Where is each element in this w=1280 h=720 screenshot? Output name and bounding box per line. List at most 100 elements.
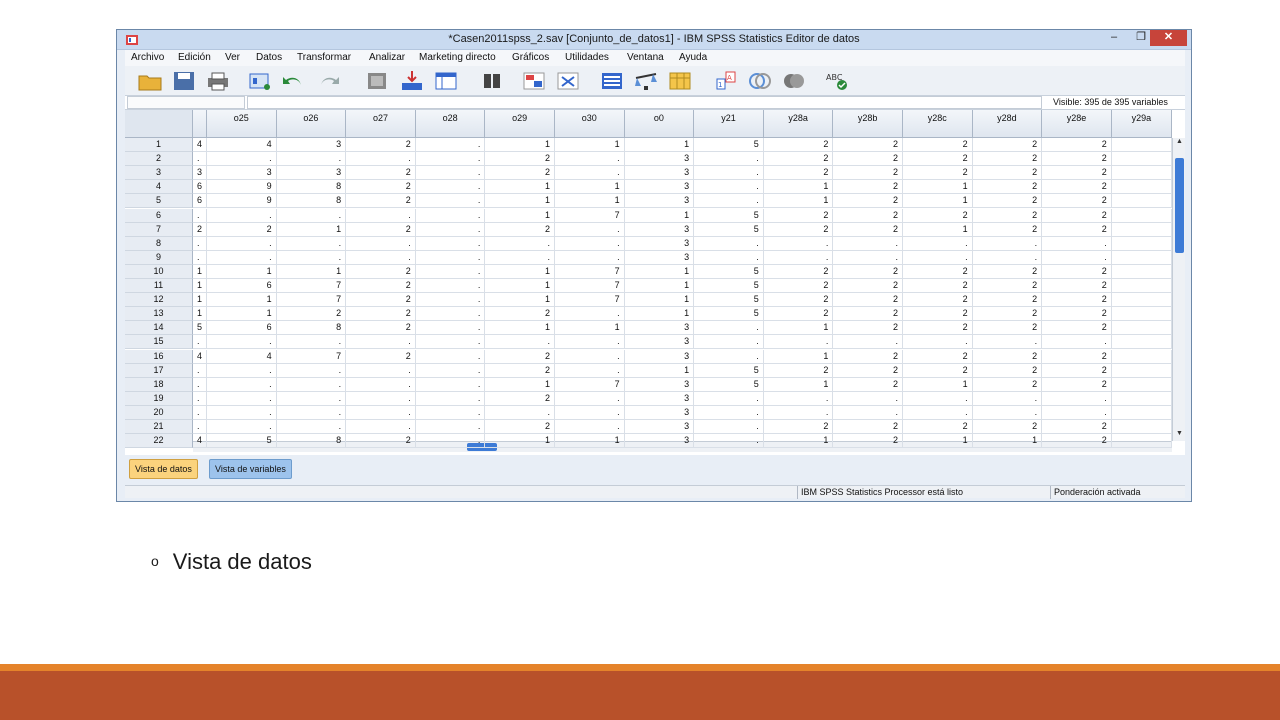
column-header-o0[interactable]: o0 (624, 110, 695, 138)
data-cell[interactable]: . (694, 152, 764, 167)
data-cell[interactable]: 1 (555, 194, 625, 209)
data-cell[interactable]: 7 (276, 293, 347, 308)
data-cell[interactable]: 2 (972, 222, 1043, 237)
data-cell[interactable]: 5 (694, 208, 764, 223)
data-cell[interactable]: . (193, 377, 207, 392)
data-cell[interactable]: . (833, 335, 903, 350)
data-cell[interactable]: 2 (833, 194, 903, 209)
data-cell[interactable]: 2 (763, 307, 834, 322)
data-cell[interactable]: 3 (624, 222, 695, 237)
data-cell[interactable]: 5 (694, 293, 764, 308)
data-cell[interactable]: 1 (485, 279, 555, 293)
data-cell[interactable]: 1 (485, 194, 555, 209)
data-cell[interactable]: 2 (1042, 194, 1112, 209)
data-cell[interactable]: 1 (624, 264, 695, 279)
data-cell[interactable]: . (903, 391, 973, 406)
data-cell[interactable]: 1 (624, 293, 695, 308)
data-cell[interactable]: 1 (555, 321, 625, 336)
data-cell[interactable]: . (555, 363, 625, 378)
data-cell[interactable] (1111, 321, 1172, 336)
data-cell[interactable]: . (207, 236, 277, 251)
data-cell[interactable]: . (972, 335, 1043, 350)
data-cell[interactable]: 5 (694, 138, 764, 152)
data-cell[interactable]: . (763, 391, 834, 406)
data-cell[interactable]: 2 (833, 138, 903, 152)
data-cell[interactable]: 2 (346, 194, 416, 209)
data-cell[interactable]: . (346, 363, 416, 378)
data-cell[interactable]: 2 (833, 293, 903, 308)
data-cell[interactable]: 2 (346, 264, 416, 279)
column-header-blank[interactable] (193, 110, 207, 138)
data-cell[interactable]: . (346, 391, 416, 406)
data-cell[interactable]: 3 (624, 321, 695, 336)
data-cell[interactable] (1111, 194, 1172, 209)
data-cell[interactable]: 2 (1042, 222, 1112, 237)
data-cell[interactable]: . (415, 194, 486, 209)
data-cell[interactable]: . (346, 208, 416, 223)
data-cell[interactable] (1111, 349, 1172, 364)
data-cell[interactable]: . (415, 264, 486, 279)
data-cell[interactable]: . (555, 307, 625, 322)
data-cell[interactable]: 7 (555, 279, 625, 293)
data-cell[interactable]: 3 (193, 166, 207, 181)
data-cell[interactable]: . (763, 250, 834, 265)
find-icon[interactable] (479, 70, 505, 92)
scroll-down-icon[interactable]: ▼ (1174, 430, 1185, 440)
data-cell[interactable]: 2 (972, 138, 1043, 152)
data-cell[interactable]: 5 (694, 377, 764, 392)
redo-icon[interactable] (315, 70, 341, 92)
data-cell[interactable]: 2 (763, 293, 834, 308)
data-cell[interactable]: . (694, 420, 764, 434)
data-cell[interactable]: . (207, 250, 277, 265)
data-cell[interactable]: 2 (833, 377, 903, 392)
row-header[interactable]: 17 (125, 363, 193, 378)
data-cell[interactable]: . (276, 420, 347, 434)
data-cell[interactable]: 1 (193, 307, 207, 322)
data-cell[interactable]: 2 (346, 293, 416, 308)
data-cell[interactable]: . (485, 335, 555, 350)
data-cell[interactable]: . (207, 152, 277, 167)
data-cell[interactable]: . (555, 222, 625, 237)
column-header-y29a[interactable]: y29a (1111, 110, 1172, 138)
data-cell[interactable]: . (207, 420, 277, 434)
data-cell[interactable]: 2 (833, 180, 903, 195)
data-cell[interactable]: 2 (972, 180, 1043, 195)
data-cell[interactable]: 2 (1042, 363, 1112, 378)
data-cell[interactable]: . (415, 250, 486, 265)
data-cell[interactable]: 1 (485, 264, 555, 279)
data-cell[interactable]: 2 (1042, 208, 1112, 223)
data-cell[interactable]: 1 (276, 264, 347, 279)
data-cell[interactable]: . (276, 391, 347, 406)
data-cell[interactable]: . (346, 405, 416, 420)
data-cell[interactable]: 2 (972, 264, 1043, 279)
row-header[interactable]: 8 (125, 236, 193, 251)
data-cell[interactable]: . (346, 250, 416, 265)
data-cell[interactable]: 2 (763, 279, 834, 293)
data-cell[interactable]: 1 (763, 180, 834, 195)
spell-check-icon[interactable]: ABC (825, 70, 851, 92)
data-cell[interactable]: . (903, 335, 973, 350)
data-cell[interactable]: 1 (624, 138, 695, 152)
data-cell[interactable]: . (1042, 250, 1112, 265)
data-cell[interactable]: 8 (276, 180, 347, 195)
data-cell[interactable]: . (555, 405, 625, 420)
row-header[interactable]: 6 (125, 208, 193, 223)
menu-archivo[interactable]: Archivo (131, 52, 164, 63)
data-cell[interactable]: 2 (346, 307, 416, 322)
data-cell[interactable]: 1 (485, 138, 555, 152)
data-cell[interactable]: 2 (485, 363, 555, 378)
data-cell[interactable]: 9 (207, 194, 277, 209)
data-cell[interactable]: 2 (903, 264, 973, 279)
data-cell[interactable]: . (415, 434, 486, 449)
data-cell[interactable]: 2 (276, 307, 347, 322)
data-cell[interactable]: . (1042, 405, 1112, 420)
row-header[interactable]: 13 (125, 307, 193, 322)
data-cell[interactable]: 2 (972, 208, 1043, 223)
data-cell[interactable]: 2 (485, 222, 555, 237)
data-cell[interactable]: 3 (624, 236, 695, 251)
data-cell[interactable]: 2 (833, 349, 903, 364)
data-cell[interactable]: . (694, 321, 764, 336)
data-cell[interactable]: 2 (1042, 180, 1112, 195)
data-cell[interactable]: 5 (694, 264, 764, 279)
data-cell[interactable]: 2 (1042, 152, 1112, 167)
